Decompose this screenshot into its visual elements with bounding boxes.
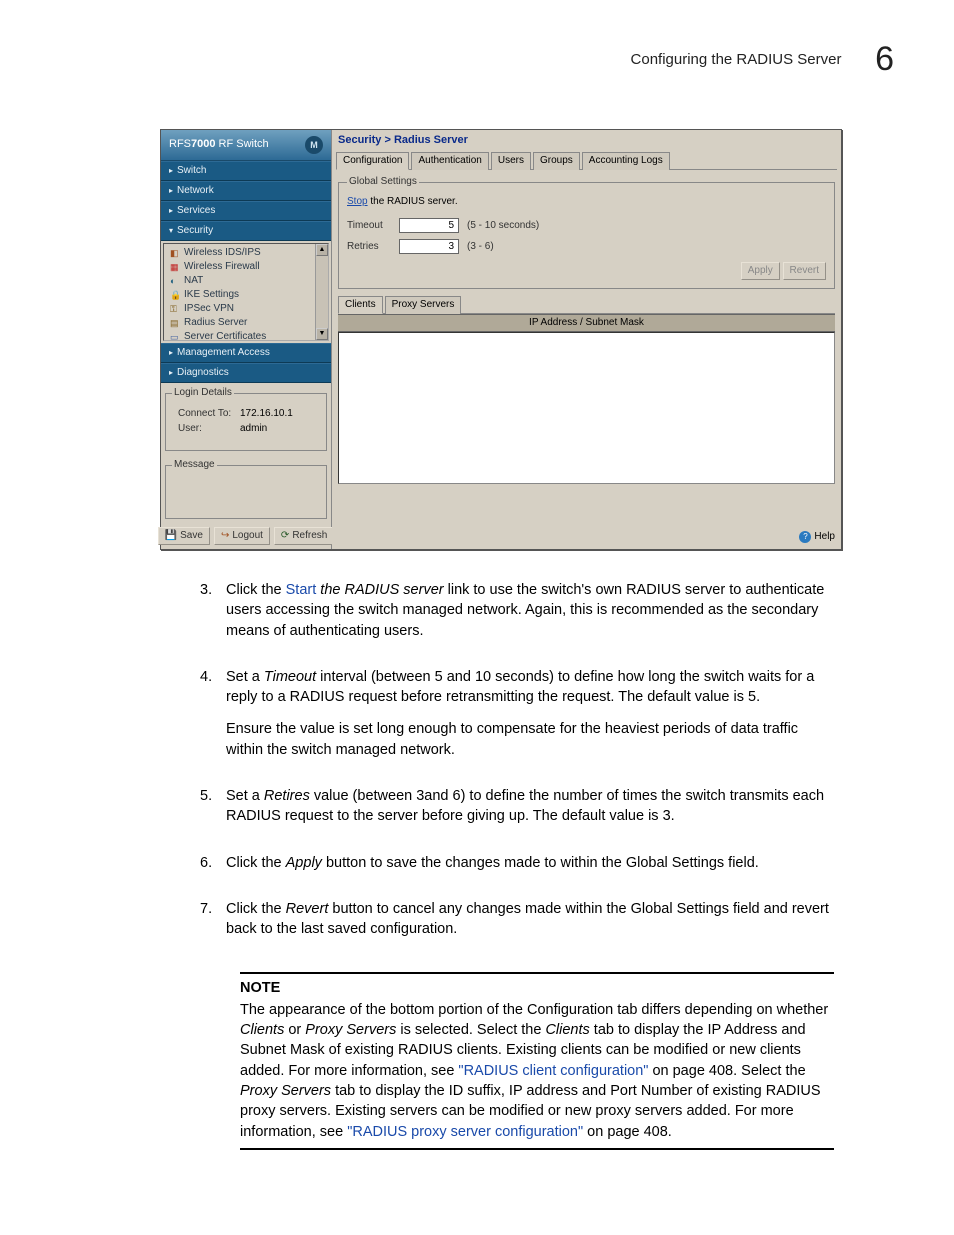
retries-label: Retries <box>347 241 391 253</box>
global-settings-legend: Global Settings <box>347 176 419 188</box>
sidebar-title-bar: RFS7000 RF Switch M <box>161 130 331 161</box>
firewall-icon: ▦ <box>170 262 180 272</box>
step-number: 6. <box>200 853 226 885</box>
connect-to-value: 172.16.10.1 <box>240 408 293 420</box>
product-name: RFS7000 RF Switch <box>169 138 269 151</box>
retries-hint: (3 - 6) <box>467 241 494 253</box>
tab-authentication[interactable]: Authentication <box>411 152 488 170</box>
instruction-step: 3.Click the Start the RADIUS server link… <box>200 580 834 653</box>
shield-icon: ◧ <box>170 248 180 258</box>
timeout-hint: (5 - 10 seconds) <box>467 220 539 232</box>
breadcrumb: Security > Radius Server <box>332 130 841 151</box>
nav-network[interactable]: Network <box>161 181 331 201</box>
refresh-button[interactable]: ⟳Refresh <box>274 527 334 545</box>
step-number: 3. <box>200 580 226 653</box>
nav-security[interactable]: Security <box>161 221 331 241</box>
tree-wireless-ids[interactable]: ◧Wireless IDS/IPS <box>168 246 324 260</box>
logout-icon: ↪ <box>221 530 229 542</box>
step-number: 5. <box>200 786 226 839</box>
key-icon: ⚿ <box>170 304 180 314</box>
page-header: Configuring the RADIUS Server 6 <box>60 40 894 79</box>
tree-wireless-firewall[interactable]: ▦Wireless Firewall <box>168 260 324 274</box>
tab-groups[interactable]: Groups <box>533 152 580 170</box>
step-body: Set a Retires value (between 3and 6) to … <box>226 786 834 839</box>
tree-ipsec[interactable]: ⚿IPSec VPN <box>168 302 324 316</box>
refresh-icon: ⟳ <box>281 530 289 542</box>
help-icon: ? <box>799 531 811 543</box>
chapter-number: 6 <box>875 40 894 79</box>
step-number: 7. <box>200 899 226 952</box>
save-button[interactable]: 💾Save <box>158 527 210 545</box>
main-tabs: Configuration Authentication Users Group… <box>336 151 837 170</box>
logout-button[interactable]: ↪Logout <box>214 527 270 545</box>
tree-radius-server[interactable]: ▤Radius Server <box>168 316 324 330</box>
sidebar: RFS7000 RF Switch M Switch Network Servi… <box>161 130 332 549</box>
tab-users[interactable]: Users <box>491 152 531 170</box>
step-body: Click the Revert button to cancel any ch… <box>226 899 834 952</box>
scroll-down-icon[interactable]: ▼ <box>316 328 328 340</box>
stop-radius-link[interactable]: Stop <box>347 196 368 207</box>
login-legend: Login Details <box>172 387 234 399</box>
help-button[interactable]: ? Help <box>799 531 835 543</box>
apply-button[interactable]: Apply <box>741 262 780 280</box>
server-icon: ▤ <box>170 318 180 328</box>
save-icon: 💾 <box>165 530 177 542</box>
header-title: Configuring the RADIUS Server <box>631 51 842 68</box>
timeout-label: Timeout <box>347 220 391 232</box>
retries-input[interactable] <box>399 239 459 254</box>
brand-icon: M <box>305 136 323 154</box>
connect-to-label: Connect To: <box>178 408 234 420</box>
instruction-step: 6.Click the Apply button to save the cha… <box>200 853 834 885</box>
instruction-step: 4.Set a Timeout interval (between 5 and … <box>200 667 834 772</box>
tree-nat[interactable]: ◐NAT <box>168 274 324 288</box>
clients-table-body[interactable] <box>338 332 835 484</box>
sub-tabs: Clients Proxy Servers <box>338 295 835 314</box>
step-number: 4. <box>200 667 226 772</box>
nav-services[interactable]: Services <box>161 201 331 221</box>
step-body: Click the Start the RADIUS server link t… <box>226 580 834 653</box>
message-panel: Message <box>165 459 327 519</box>
nav-diagnostics[interactable]: Diagnostics <box>161 363 331 383</box>
instruction-step: 5.Set a Retires value (between 3and 6) t… <box>200 786 834 839</box>
user-value: admin <box>240 423 267 435</box>
instructions-list: 3.Click the Start the RADIUS server link… <box>200 580 834 952</box>
tree-server-certificates[interactable]: ▭Server Certificates <box>168 330 324 341</box>
global-settings: Global Settings Stop the RADIUS server. … <box>338 176 835 289</box>
timeout-input[interactable] <box>399 218 459 233</box>
certificate-icon: ▭ <box>170 332 180 341</box>
user-label: User: <box>178 423 234 435</box>
tree-scrollbar[interactable]: ▲ ▼ <box>315 244 328 340</box>
nav-management[interactable]: Management Access <box>161 343 331 363</box>
message-legend: Message <box>172 459 217 471</box>
nav-switch[interactable]: Switch <box>161 161 331 181</box>
lock-icon: 🔒 <box>170 290 180 300</box>
subtab-clients[interactable]: Clients <box>338 296 383 314</box>
main-panel: Security > Radius Server Configuration A… <box>332 130 841 549</box>
stop-radius-text: the RADIUS server. <box>368 196 458 207</box>
step-body: Click the Apply button to save the chang… <box>226 853 834 885</box>
embedded-screenshot: RFS7000 RF Switch M Switch Network Servi… <box>160 129 842 550</box>
tab-configuration[interactable]: Configuration <box>336 152 409 170</box>
sidebar-footer: 💾Save ↪Logout ⟳Refresh <box>161 523 331 549</box>
tree-ike[interactable]: 🔒IKE Settings <box>168 288 324 302</box>
note-text: The appearance of the bottom portion of … <box>240 1000 834 1142</box>
note-label: NOTE <box>240 978 834 998</box>
step-body: Set a Timeout interval (between 5 and 10… <box>226 667 834 772</box>
security-tree: ◧Wireless IDS/IPS ▦Wireless Firewall ◐NA… <box>163 243 329 341</box>
instruction-step: 7.Click the Revert button to cancel any … <box>200 899 834 952</box>
scroll-up-icon[interactable]: ▲ <box>316 244 328 256</box>
revert-button[interactable]: Revert <box>783 262 826 280</box>
table-header: IP Address / Subnet Mask <box>338 314 835 332</box>
subtab-proxy-servers[interactable]: Proxy Servers <box>385 296 462 314</box>
login-details: Login Details Connect To: 172.16.10.1 Us… <box>165 387 327 451</box>
nat-icon: ◐ <box>170 276 180 286</box>
tab-accounting-logs[interactable]: Accounting Logs <box>582 152 670 170</box>
note-block: NOTE The appearance of the bottom portio… <box>240 972 834 1150</box>
